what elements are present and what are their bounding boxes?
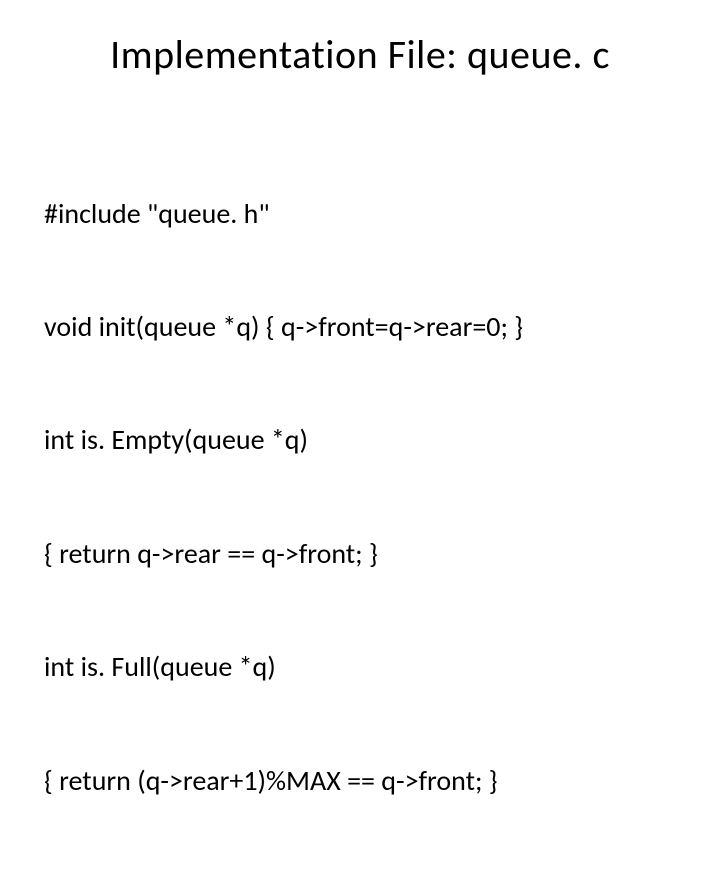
- code-line: int is. Full(queue *q): [44, 648, 680, 686]
- code-line: int is. Empty(queue *q): [44, 421, 680, 459]
- code-block: #include "queue. h" void init(queue *q) …: [44, 119, 680, 875]
- slide-title: Implementation File: queue. c: [40, 30, 680, 79]
- code-line: { return (q->rear+1)%MAX == q->front; }: [44, 762, 680, 800]
- code-line: { return q->rear == q->front; }: [44, 535, 680, 573]
- code-line: #include "queue. h": [44, 195, 680, 233]
- code-line: void init(queue *q) { q->front=q->rear=0…: [44, 308, 680, 346]
- slide: Implementation File: queue. c #include "…: [0, 0, 720, 540]
